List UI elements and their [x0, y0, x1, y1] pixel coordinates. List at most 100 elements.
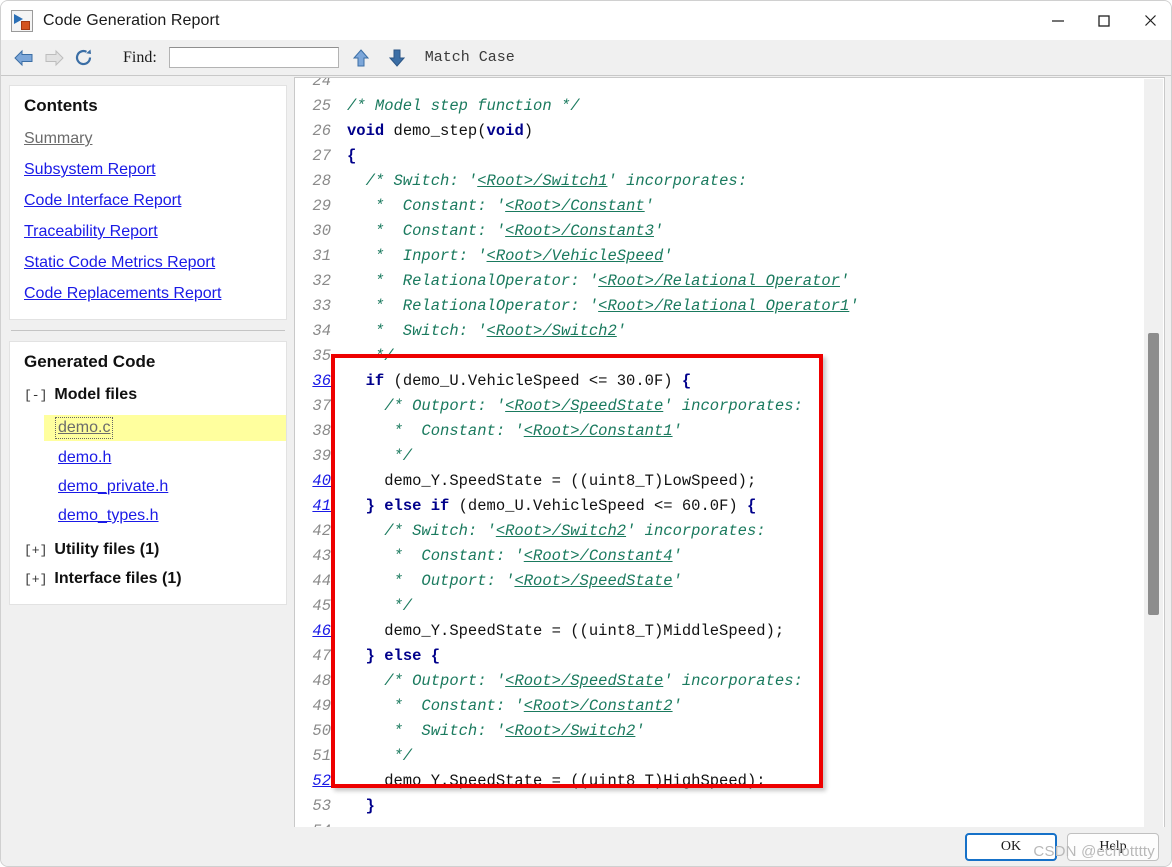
code-scroll-area[interactable]: 24 25 /* Model step function */ 26 void dem…	[295, 78, 1144, 828]
block-trace-link[interactable]: <Root>/Constant4	[524, 547, 673, 565]
line-number: 53	[312, 797, 331, 815]
code-token: {	[681, 372, 692, 390]
line-number-traceable[interactable]: 46	[295, 619, 341, 644]
block-trace-link[interactable]: <Root>/Constant3	[505, 222, 654, 240]
code-line-source: */	[341, 444, 860, 469]
code-line-source: * Constant: '<Root>/Constant2'	[341, 694, 860, 719]
code-line-source: */	[341, 344, 860, 369]
find-next-icon[interactable]	[383, 44, 411, 72]
titlebar: Code Generation Report	[1, 1, 1171, 40]
file-link-demo-h[interactable]: demo.h	[58, 449, 111, 467]
code-line: 42 /* Switch: '<Root>/Switch2' incorpora…	[295, 519, 860, 544]
code-token: ' incorporates:	[663, 397, 803, 415]
code-line: 27 {	[295, 144, 860, 169]
code-token: * RelationalOperator: '	[347, 272, 599, 290]
code-token: '	[672, 547, 682, 565]
code-line: 29 * Constant: '<Root>/Constant'	[295, 194, 860, 219]
generated-code-title: Generated Code	[24, 352, 156, 371]
block-trace-link[interactable]: <Root>/Constant1	[524, 422, 673, 440]
code-token: * Switch: '	[347, 322, 487, 340]
block-trace-link[interactable]: <Root>/SpeedState	[505, 397, 663, 415]
line-number: 39	[312, 447, 331, 465]
code-token: demo_step(	[384, 122, 487, 140]
tree-node-utility-files-label: Utility files (1)	[54, 541, 160, 558]
code-line: 32 * RelationalOperator: '<Root>/Relatio…	[295, 269, 860, 294]
block-trace-link[interactable]: <Root>/VehicleSpeed	[487, 247, 664, 265]
back-arrow-icon[interactable]	[9, 43, 39, 73]
block-trace-link[interactable]: <Root>/Relational Operator	[598, 272, 840, 290]
code-token: }	[365, 797, 375, 815]
code-token: */	[347, 347, 394, 365]
code-line-source: demo_Y.SpeedState = ((uint8_T)HighSpeed)…	[341, 769, 860, 794]
block-trace-link[interactable]: <Root>/Relational Operator1	[598, 297, 849, 315]
code-generation-report-window: Code Generation Report Find: Match Case …	[0, 0, 1172, 867]
tree-node-model-files-label: Model files	[54, 386, 138, 403]
code-line: 46 demo_Y.SpeedState = ((uint8_T)MiddleS…	[295, 619, 860, 644]
code-token: '	[849, 297, 859, 315]
expand-toggle-icon[interactable]: [+]	[24, 572, 47, 587]
line-number: 30	[312, 222, 331, 240]
block-trace-link[interactable]: <Root>/Switch1	[477, 172, 607, 190]
sidebar-link-static-code-metrics-report[interactable]: Static Code Metrics Report	[24, 254, 272, 272]
collapse-toggle-icon[interactable]: [-]	[24, 388, 47, 403]
code-token: '	[672, 572, 682, 590]
block-trace-link[interactable]: <Root>/Switch2	[487, 322, 617, 340]
code-line: 53 }	[295, 794, 860, 819]
find-previous-icon[interactable]	[347, 44, 375, 72]
code-token: {	[746, 497, 757, 515]
line-number: 37	[312, 397, 331, 415]
line-number: 34	[312, 322, 331, 340]
contents-panel: Contents Summary Subsystem Report Code I…	[9, 85, 287, 320]
expand-toggle-icon[interactable]: [+]	[24, 543, 47, 558]
line-number: 24	[312, 78, 331, 90]
block-trace-link[interactable]: <Root>/SpeedState	[505, 672, 663, 690]
line-number: 27	[312, 147, 331, 165]
maximize-icon[interactable]	[1081, 1, 1127, 40]
code-line: 51 */	[295, 744, 860, 769]
line-number-traceable[interactable]: 36	[295, 369, 341, 394]
line-number: 47	[312, 647, 331, 665]
sidebar-link-code-replacements-report[interactable]: Code Replacements Report	[24, 285, 272, 303]
code-line-source: if (demo_U.VehicleSpeed <= 30.0F) {	[341, 369, 860, 394]
block-trace-link[interactable]: <Root>/Constant2	[524, 697, 673, 715]
tree-node-interface-files[interactable]: [+] Interface files (1)	[24, 570, 272, 588]
scrollbar-thumb[interactable]	[1148, 333, 1159, 615]
sidebar-link-subsystem-report[interactable]: Subsystem Report	[24, 161, 272, 179]
code-line-source: */	[341, 594, 860, 619]
code-token: * Constant: '	[347, 222, 506, 240]
line-number-traceable[interactable]: 41	[295, 494, 341, 519]
line-number: 26	[312, 122, 331, 140]
tree-node-utility-files[interactable]: [+] Utility files (1)	[24, 541, 272, 559]
ok-button[interactable]: OK	[965, 832, 1057, 861]
window-title: Code Generation Report	[43, 11, 220, 29]
line-number-traceable[interactable]: 40	[295, 469, 341, 494]
tree-node-model-files[interactable]: [-] Model files	[24, 386, 272, 404]
code-token: '	[644, 197, 654, 215]
sidebar-link-code-interface-report[interactable]: Code Interface Report	[24, 192, 272, 210]
block-trace-link[interactable]: <Root>/Switch2	[496, 522, 626, 540]
code-token: '	[653, 222, 664, 240]
match-case-label[interactable]: Match Case	[425, 49, 515, 66]
file-link-demo-c[interactable]: demo.c	[54, 417, 114, 439]
code-token: if	[365, 372, 385, 390]
block-trace-link[interactable]: <Root>/Constant	[505, 197, 645, 215]
sidebar-link-traceability-report[interactable]: Traceability Report	[24, 223, 272, 241]
code-line: 24	[295, 78, 860, 94]
close-icon[interactable]	[1127, 1, 1171, 40]
code-token: /* Outport: '	[347, 397, 506, 415]
line-number-traceable[interactable]: 52	[295, 769, 341, 794]
code-line: 45 */	[295, 594, 860, 619]
block-trace-link[interactable]: <Root>/Switch2	[505, 722, 635, 740]
file-row-selected[interactable]: demo.c	[44, 415, 286, 441]
file-link-demo-private-h[interactable]: demo_private.h	[58, 478, 168, 496]
find-input[interactable]	[168, 47, 339, 68]
block-trace-link[interactable]: <Root>/SpeedState	[514, 572, 672, 590]
file-link-demo-types-h[interactable]: demo_types.h	[58, 507, 159, 525]
sidebar-link-summary[interactable]: Summary	[24, 130, 272, 148]
refresh-icon[interactable]	[69, 43, 99, 73]
vertical-scrollbar[interactable]	[1144, 79, 1163, 827]
help-button[interactable]: Help	[1067, 832, 1159, 861]
minimize-icon[interactable]	[1035, 1, 1081, 40]
